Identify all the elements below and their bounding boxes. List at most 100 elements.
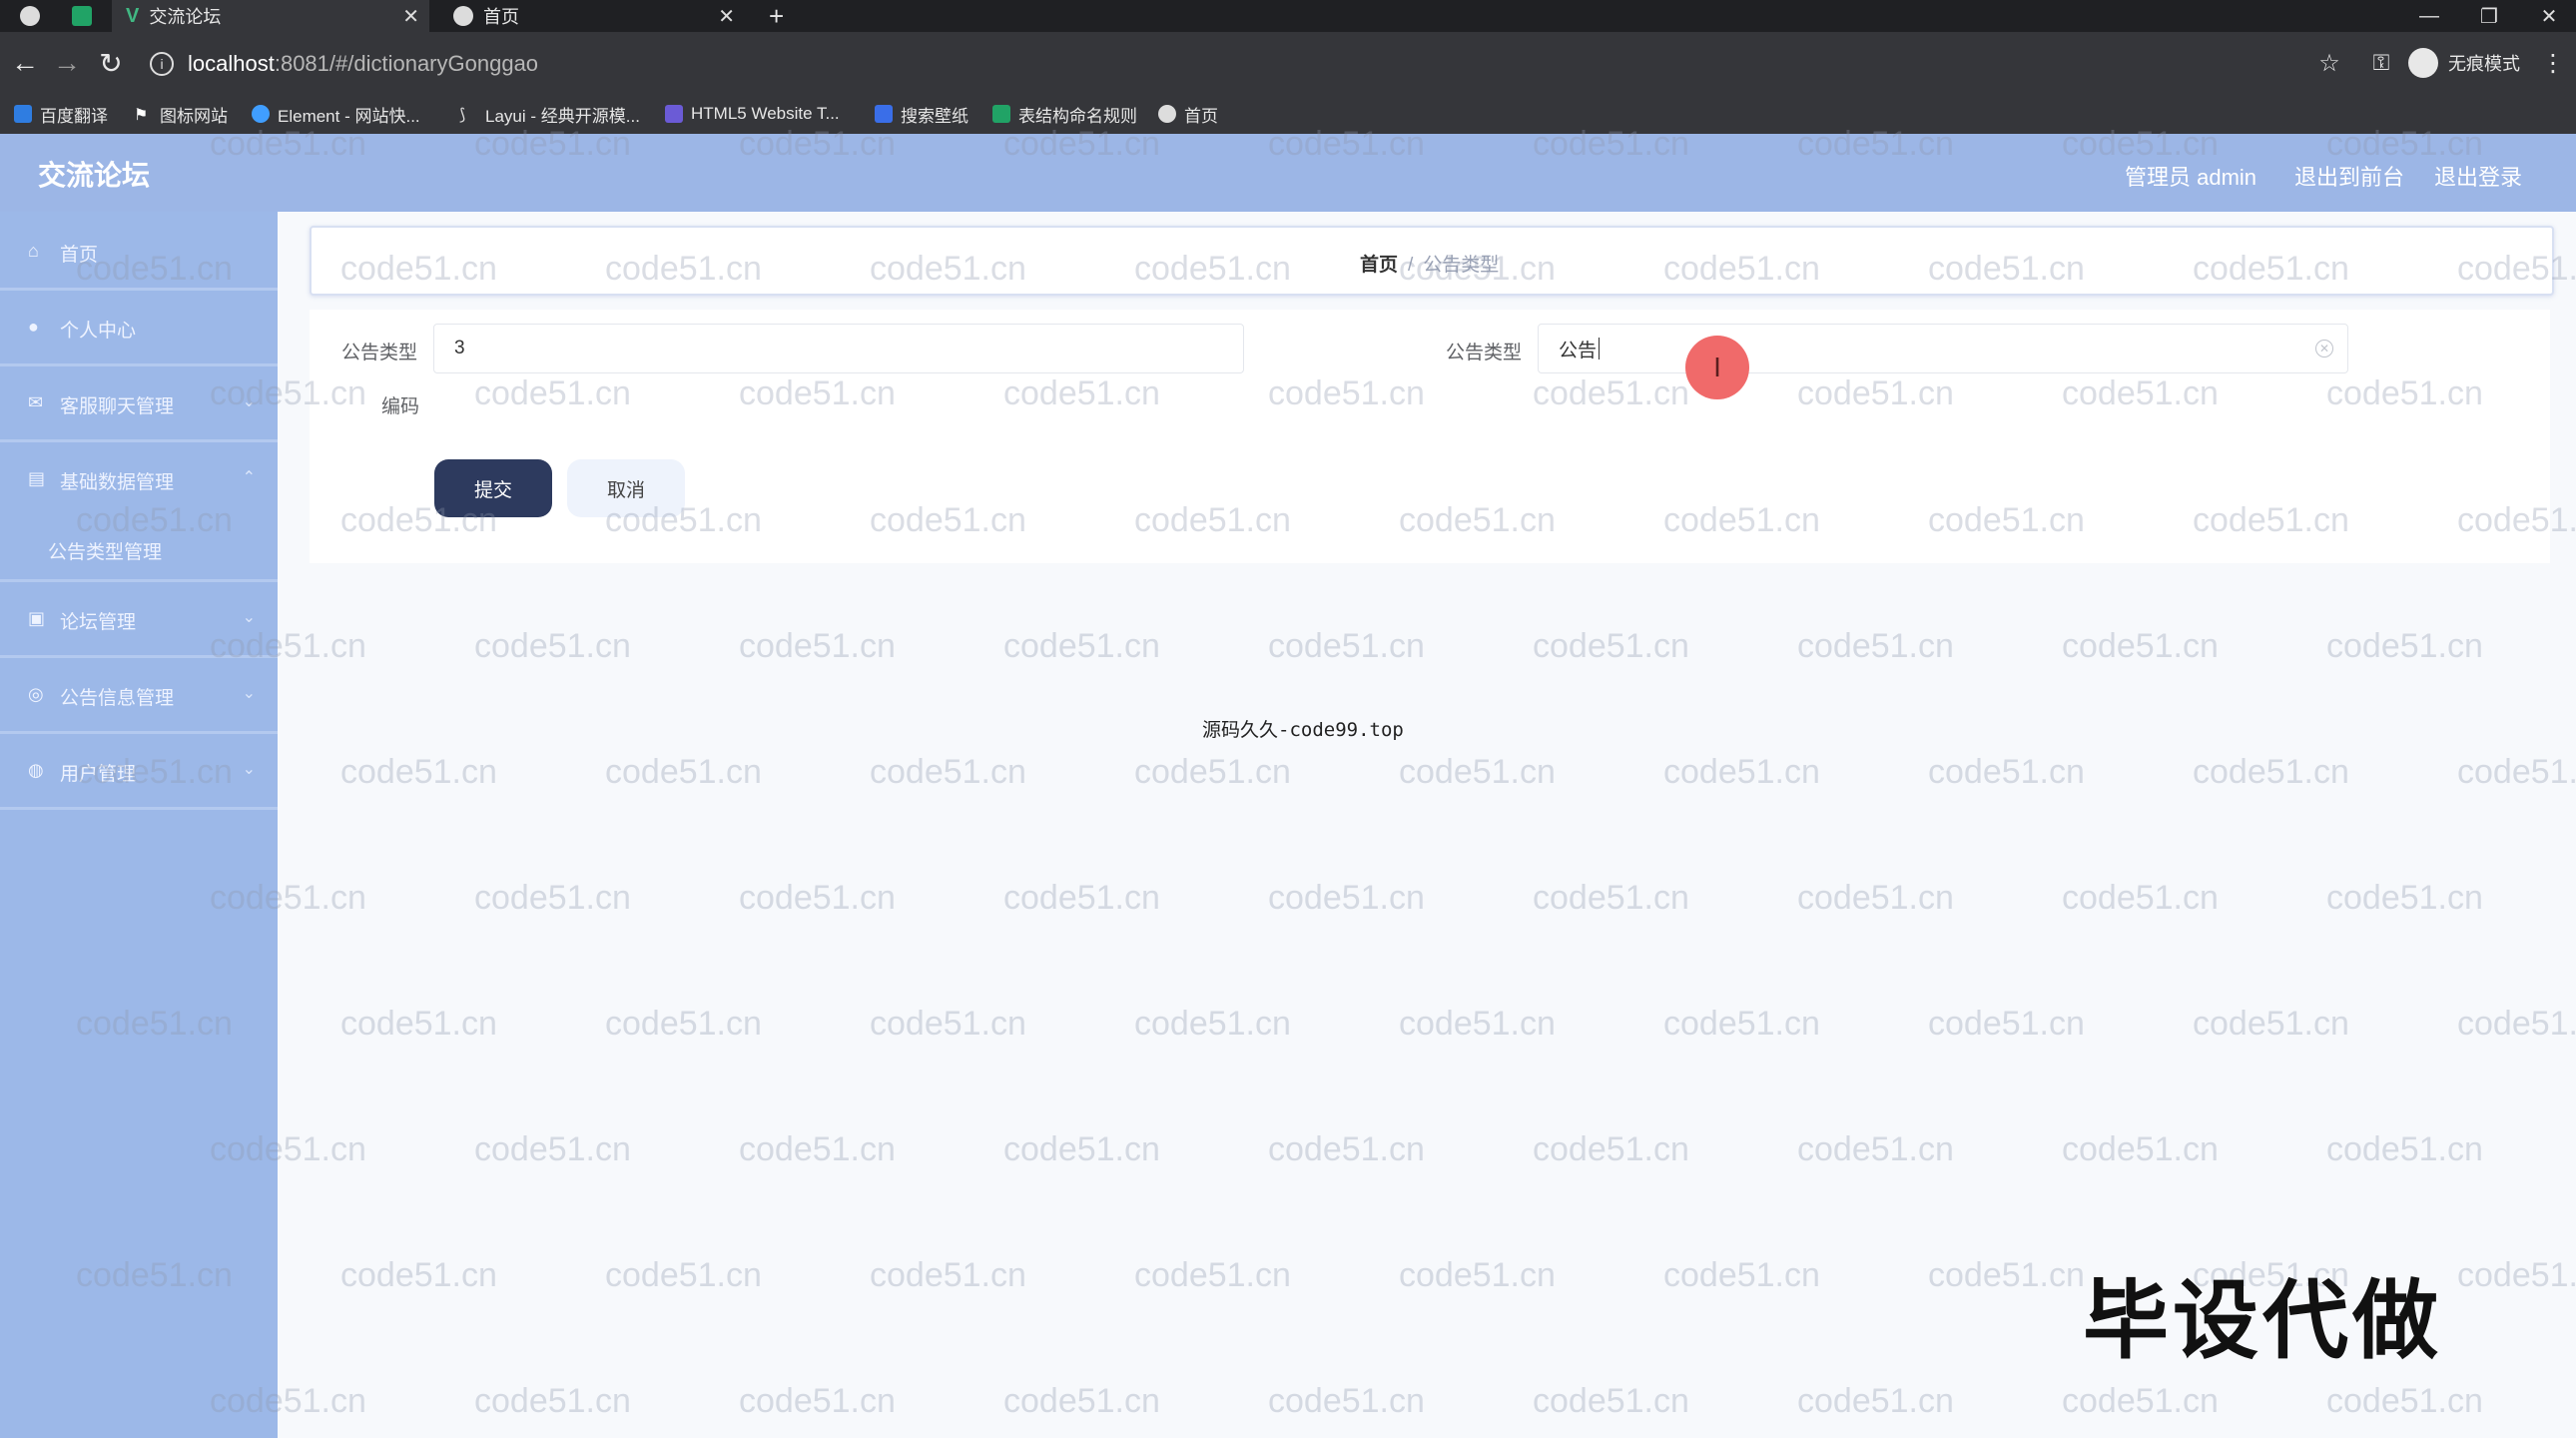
chevron-down-icon: ⌄ — [242, 393, 256, 410]
text-cursor-icon: I — [1713, 352, 1721, 382]
sidebar-item-label: 客服聊天管理 — [60, 396, 175, 417]
app-title: 交流论坛 — [38, 160, 151, 191]
back-icon[interactable]: ← — [6, 44, 44, 82]
submenu-item-notice-type[interactable]: 公告类型管理 — [48, 537, 162, 564]
bookmark-label: 百度翻译 — [40, 106, 108, 126]
layui-icon: ⟆ — [459, 107, 466, 124]
overlay-caption: 毕设代做 — [2083, 1273, 2442, 1369]
bookmark-label: 搜索壁纸 — [901, 106, 968, 126]
tab-title: 首页 — [483, 7, 519, 27]
sidebar-item-label: 公告信息管理 — [60, 688, 175, 709]
users-icon: ◍ — [28, 760, 44, 780]
sidebar-item-home[interactable]: ⌂ 首页 — [0, 212, 278, 291]
password-key-icon[interactable]: ⚿ — [2362, 44, 2400, 82]
bookmark-label: 表结构命名规则 — [1018, 106, 1137, 126]
globe-icon — [453, 6, 473, 26]
incognito-icon — [2408, 48, 2438, 78]
baidu-translate-icon — [14, 105, 32, 123]
notice-icon: ◎ — [28, 684, 44, 704]
browser-tab-bar: V 交流论坛 ✕ 首页 ✕ + — ❐ ✕ — [0, 0, 2576, 32]
breadcrumb-current: 公告类型 — [1423, 255, 1500, 276]
incognito-indicator[interactable]: 无痕模式 — [2408, 46, 2520, 80]
wallpaper-icon — [875, 105, 893, 123]
tab-home[interactable]: 首页 ✕ — [439, 0, 745, 32]
tab-close-icon[interactable]: ✕ — [718, 4, 735, 29]
clear-input-icon[interactable]: ✕ — [2315, 340, 2333, 358]
bookmark-label: 首页 — [1184, 106, 1218, 126]
cursor-highlight: I — [1685, 336, 1749, 399]
incognito-label: 无痕模式 — [2448, 54, 2520, 74]
chevron-down-icon: ⌄ — [242, 685, 256, 702]
sidebar-item-forum[interactable]: ▣ 论坛管理 ⌄ — [0, 579, 278, 658]
logout-link[interactable]: 退出登录 — [2434, 160, 2522, 192]
new-tab-button[interactable]: + — [769, 0, 799, 32]
text-caret — [1599, 338, 1601, 360]
cancel-button[interactable]: 取消 — [567, 459, 685, 517]
sidebar-item-basic-data[interactable]: ▤ 基础数据管理 ⌃ 公告类型管理 — [0, 439, 278, 582]
forward-icon[interactable]: → — [48, 44, 86, 82]
back-to-front-link[interactable]: 退出到前台 — [2294, 160, 2404, 192]
bookmark-label: 图标网站 — [160, 106, 228, 126]
restore-icon[interactable]: ❐ — [2464, 0, 2514, 32]
bookmark-baidu-translate[interactable]: 百度翻译 — [14, 102, 108, 126]
minimize-icon[interactable]: — — [2404, 0, 2454, 32]
bookmark-icon-site[interactable]: ⚑ 图标网站 — [134, 102, 228, 126]
user-icon: ● — [28, 317, 39, 337]
chevron-down-icon: ⌄ — [242, 609, 256, 626]
database-icon: ▤ — [28, 468, 46, 488]
breadcrumb-separator: / — [1408, 255, 1414, 276]
sidebar-item-notice[interactable]: ◎ 公告信息管理 ⌄ — [0, 655, 278, 734]
sidebar: ⌂ 首页 ● 个人中心 ✉ 客服聊天管理 ⌄ ▤ 基础数据管理 ⌃ 公告类型管理… — [0, 212, 278, 1438]
browser-toolbar: ← → ↻ i localhost:8081/#/dictionaryGongg… — [0, 32, 2576, 94]
sidebar-item-users[interactable]: ◍ 用户管理 ⌄ — [0, 731, 278, 810]
bookmarks-bar: 百度翻译 ⚑ 图标网站 Element - 网站快... ⟆ Layui - 经典开… — [0, 94, 2576, 135]
forum-icon: ▣ — [28, 608, 46, 628]
submit-button[interactable]: 提交 — [434, 459, 552, 517]
notice-type-name-input[interactable]: 公告 ✕ — [1538, 324, 2348, 373]
input-value: 3 — [454, 338, 465, 359]
breadcrumb-home[interactable]: 首页 — [1360, 255, 1398, 276]
bookmark-html5[interactable]: HTML5 Website T... — [665, 102, 840, 126]
input-value: 公告 — [1559, 340, 1598, 361]
site-info-icon[interactable]: i — [150, 52, 174, 76]
reload-icon[interactable]: ↻ — [92, 44, 130, 82]
tab-forum[interactable]: V 交流论坛 ✕ — [112, 0, 429, 32]
name-field-label: 公告类型 — [1446, 343, 1523, 363]
sidebar-item-label: 基础数据管理 — [60, 472, 175, 493]
breadcrumb-bar: 首页 / 公告类型 — [310, 226, 2554, 296]
bookmark-label: Element - 网站快... — [278, 106, 420, 126]
sidebar-item-label: 论坛管理 — [60, 612, 137, 633]
globe-icon — [1158, 105, 1176, 123]
url-host: localhost — [188, 51, 275, 76]
sidebar-item-profile[interactable]: ● 个人中心 — [0, 288, 278, 366]
bookmark-label: Layui - 经典开源模... — [485, 106, 640, 126]
bookmark-naming-rules[interactable]: 表结构命名规则 — [992, 102, 1137, 126]
notice-type-code-input[interactable]: 3 — [433, 324, 1244, 373]
element-icon — [252, 105, 270, 123]
code-field-label: 公告类型 — [341, 343, 418, 363]
url-path: :8081/#/dictionaryGonggao — [274, 51, 539, 76]
bookmark-home[interactable]: 首页 — [1158, 102, 1218, 126]
breadcrumb: 首页 / 公告类型 — [1360, 250, 1499, 277]
admin-label: 管理员 admin — [2125, 165, 2257, 190]
bookmark-wallpaper[interactable]: 搜索壁纸 — [875, 102, 968, 126]
close-window-icon[interactable]: ✕ — [2524, 0, 2574, 32]
pinned-tab-sheet-icon[interactable] — [64, 0, 104, 32]
browser-menu-icon[interactable]: ⋮ — [2534, 44, 2572, 82]
bookmark-layui[interactable]: ⟆ Layui - 经典开源模... — [459, 102, 640, 126]
chat-icon: ✉ — [28, 392, 44, 412]
html5-icon — [665, 105, 683, 123]
code-field-label-suffix: 编码 — [381, 396, 420, 417]
sidebar-item-label: 个人中心 — [60, 321, 137, 342]
address-bar[interactable]: i localhost:8081/#/dictionaryGonggao — [150, 46, 538, 82]
sheet-icon — [992, 105, 1010, 123]
bookmark-star-icon[interactable]: ☆ — [2310, 44, 2348, 82]
sidebar-item-label: 首页 — [60, 245, 99, 266]
bookmark-element[interactable]: Element - 网站快... — [252, 102, 420, 126]
home-icon: ⌂ — [28, 241, 39, 261]
browser-menu-globe-icon[interactable] — [0, 0, 60, 32]
sidebar-item-chat[interactable]: ✉ 客服聊天管理 ⌄ — [0, 363, 278, 442]
footer-text: 源码久久-code99.top — [1202, 719, 1404, 741]
sidebar-item-label: 用户管理 — [60, 764, 137, 785]
tab-close-icon[interactable]: ✕ — [402, 4, 419, 29]
